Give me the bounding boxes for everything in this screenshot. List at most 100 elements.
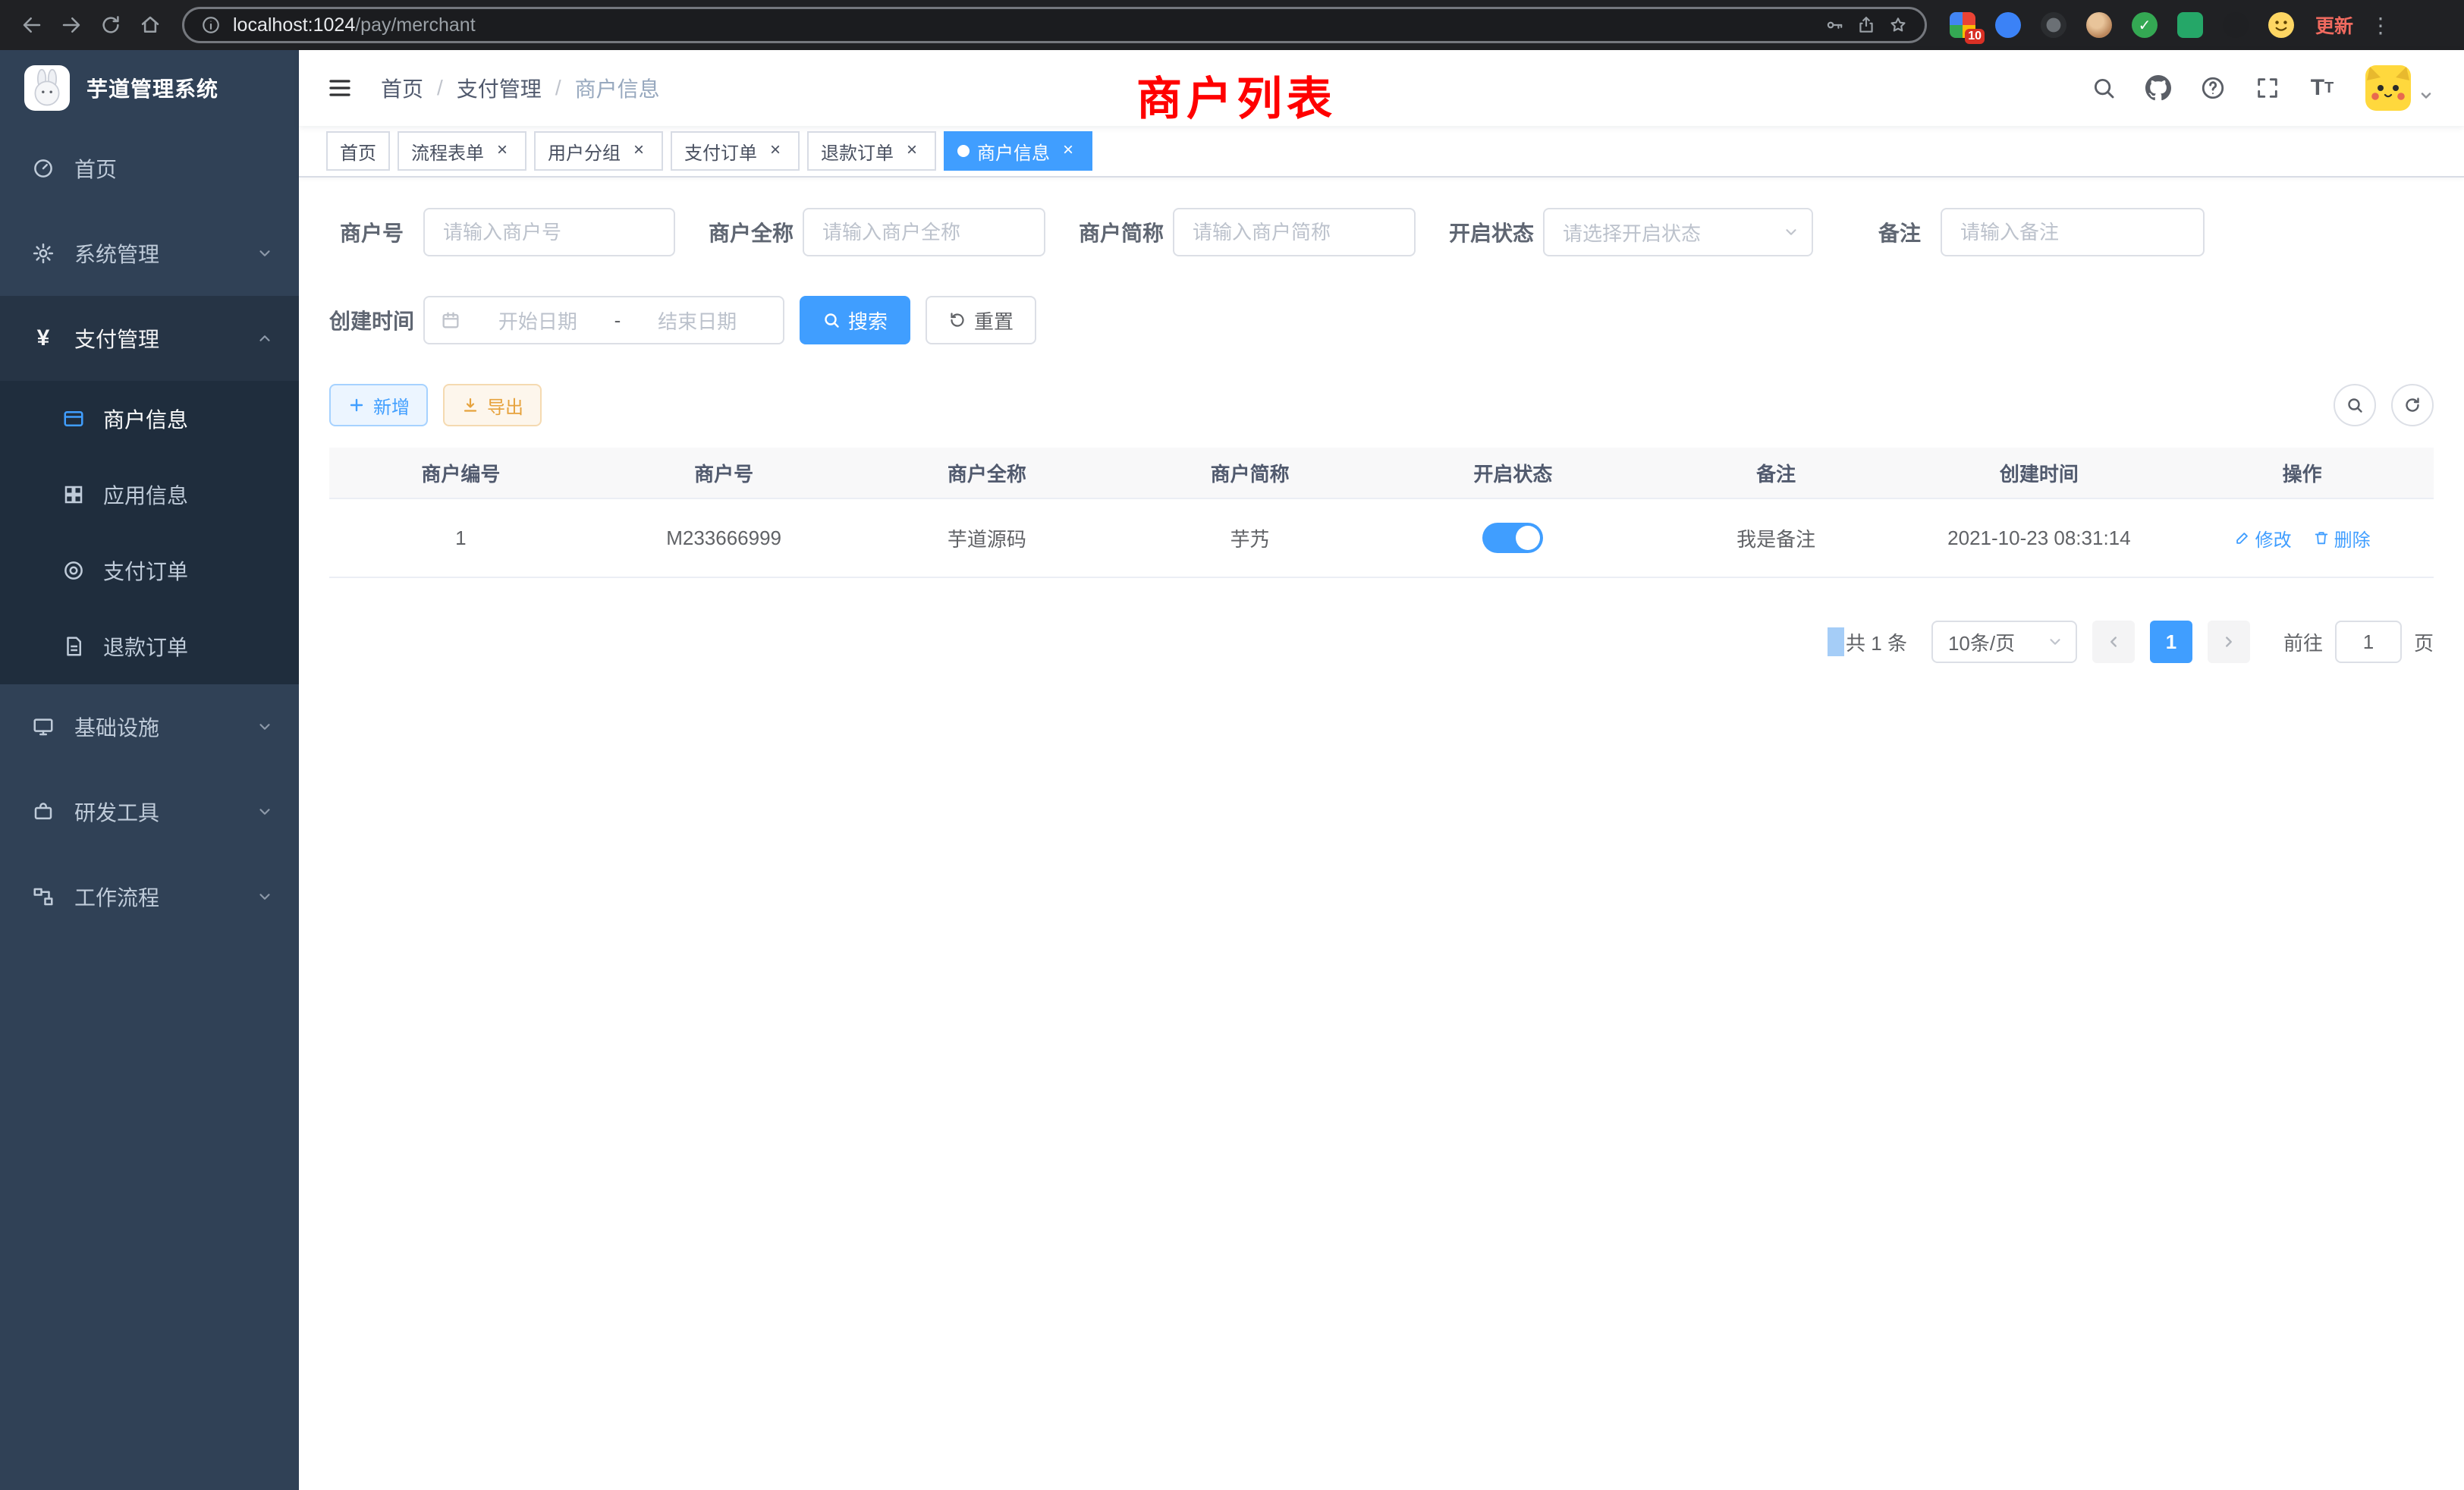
- reset-button[interactable]: 重置: [926, 296, 1036, 344]
- sidebar-subitem-label: 商户信息: [103, 404, 188, 434]
- merchant-table: 商户编号 商户号 商户全称 商户简称 开启状态 备注 创建时间 操作 1 M23…: [329, 448, 2434, 578]
- browser-home-button[interactable]: [130, 5, 170, 45]
- cell-short-name: 芋艿: [1118, 524, 1381, 552]
- avatar[interactable]: [2365, 65, 2411, 111]
- sidebar-toggle-button[interactable]: [322, 70, 358, 106]
- workflow-icon: [30, 885, 56, 908]
- extension-icon-avatar[interactable]: [2086, 12, 2112, 38]
- prev-page-button[interactable]: [2092, 621, 2135, 663]
- close-icon[interactable]: ×: [492, 140, 513, 162]
- merchant-no-input[interactable]: [423, 208, 675, 256]
- app-logo-row[interactable]: 芋道管理系统: [0, 50, 299, 126]
- sidebar-subitem-pay-order[interactable]: 支付订单: [0, 533, 299, 608]
- close-icon[interactable]: ×: [765, 140, 786, 162]
- date-end-placeholder: 结束日期: [627, 306, 768, 335]
- cell-remark: 我是备注: [1645, 524, 1908, 552]
- sidebar-item-system[interactable]: 系统管理: [0, 211, 299, 296]
- fullscreen-icon[interactable]: [2250, 71, 2285, 105]
- hamburger-icon: [326, 74, 354, 102]
- tab-refund-order[interactable]: 退款订单×: [807, 131, 936, 171]
- add-button[interactable]: 新增: [329, 384, 428, 426]
- site-info-icon[interactable]: [201, 15, 221, 35]
- extension-icon-dark[interactable]: [2223, 12, 2249, 38]
- breadcrumb-item-payment[interactable]: 支付管理: [457, 73, 542, 103]
- sidebar-item-home[interactable]: 首页: [0, 126, 299, 211]
- search-button[interactable]: 搜索: [800, 296, 910, 344]
- reload-icon: [99, 14, 122, 36]
- browser-back-button[interactable]: [12, 5, 52, 45]
- tags-bar: 首页 流程表单 × 用户分组× 支付订单× 退款订单× 商户信息×: [299, 126, 2464, 178]
- page-number-button[interactable]: 1: [2150, 621, 2192, 663]
- breadcrumb-item-home[interactable]: 首页: [381, 73, 423, 103]
- tab-user-group[interactable]: 用户分组×: [534, 131, 663, 171]
- address-bar[interactable]: localhost:1024/pay/merchant: [182, 7, 1927, 43]
- search-button-label: 搜索: [848, 306, 888, 335]
- sidebar-subitem-merchant-info[interactable]: 商户信息: [0, 381, 299, 457]
- filter-row-2: 创建时间 开始日期 - 结束日期 搜索 重置: [329, 296, 2434, 344]
- delete-button[interactable]: 删除: [2313, 525, 2371, 552]
- github-icon[interactable]: [2141, 71, 2176, 105]
- short-name-input[interactable]: [1173, 208, 1416, 256]
- gear-icon: [30, 242, 56, 265]
- next-page-button[interactable]: [2208, 621, 2250, 663]
- breadcrumb-separator: /: [437, 76, 443, 100]
- user-menu[interactable]: [2365, 65, 2434, 111]
- tab-merchant-info[interactable]: 商户信息×: [944, 131, 1092, 171]
- sidebar-item-payment[interactable]: ¥ 支付管理: [0, 296, 299, 381]
- extension-icon-smiley[interactable]: [2268, 12, 2294, 38]
- close-icon[interactable]: ×: [628, 140, 649, 162]
- refresh-table-button[interactable]: [2391, 384, 2434, 426]
- trash-icon: [2313, 530, 2330, 546]
- cell-full-name: 芋道源码: [856, 524, 1119, 552]
- tab-process-form[interactable]: 流程表单 ×: [398, 131, 526, 171]
- export-button[interactable]: 导出: [443, 384, 542, 426]
- remark-input[interactable]: [1941, 208, 2205, 256]
- status-toggle[interactable]: [1482, 523, 1543, 553]
- chevron-down-icon: [256, 718, 273, 735]
- tab-label: 流程表单: [411, 138, 484, 165]
- goto-page-input[interactable]: [2335, 621, 2402, 663]
- search-icon[interactable]: [2086, 71, 2121, 105]
- sidebar-item-label: 首页: [74, 153, 117, 184]
- close-icon[interactable]: ×: [1058, 140, 1079, 162]
- page-size-select[interactable]: 10条/页: [1931, 621, 2077, 663]
- browser-reload-button[interactable]: [91, 5, 130, 45]
- filter-label: 开启状态: [1449, 217, 1543, 247]
- sidebar-item-workflow[interactable]: 工作流程: [0, 854, 299, 939]
- dashboard-icon: [30, 157, 56, 180]
- date-range-picker[interactable]: 开始日期 - 结束日期: [423, 296, 784, 344]
- sidebar-item-infrastructure[interactable]: 基础设施: [0, 684, 299, 769]
- extension-icon-colorful[interactable]: 10: [1950, 12, 1975, 38]
- help-icon[interactable]: [2195, 71, 2230, 105]
- sidebar-subitem-app-info[interactable]: 应用信息: [0, 457, 299, 533]
- sidebar-item-label: 基础设施: [74, 712, 159, 742]
- extension-icon-green-check[interactable]: ✓: [2132, 12, 2158, 38]
- sidebar-item-dev-tools[interactable]: 研发工具: [0, 769, 299, 854]
- full-name-input[interactable]: [803, 208, 1045, 256]
- table-row: 1 M233666999 芋道源码 芋艿 我是备注 2021-10-23 08:…: [329, 499, 2434, 578]
- font-size-icon[interactable]: TT: [2305, 71, 2340, 105]
- browser-update-button[interactable]: 更新: [2315, 11, 2353, 39]
- sidebar-subitem-label: 应用信息: [103, 479, 188, 510]
- extension-icon-green-square[interactable]: [2177, 12, 2203, 38]
- browser-menu-icon[interactable]: ⋮: [2370, 13, 2391, 38]
- share-icon[interactable]: [1856, 15, 1876, 35]
- app-logo: [24, 65, 70, 111]
- close-icon[interactable]: ×: [901, 140, 922, 162]
- extension-icon-dark-ring[interactable]: [2041, 12, 2066, 38]
- navbar-tools: TT: [2086, 65, 2434, 111]
- bookmark-star-icon[interactable]: [1888, 15, 1908, 35]
- tab-home[interactable]: 首页: [326, 131, 390, 171]
- app-title: 芋道管理系统: [86, 73, 218, 103]
- export-button-label: 导出: [487, 392, 523, 419]
- search-icon: [2346, 396, 2364, 414]
- password-key-icon[interactable]: [1824, 15, 1844, 35]
- toggle-search-button[interactable]: [2334, 384, 2376, 426]
- edit-button[interactable]: 修改: [2234, 525, 2292, 552]
- pencil-icon: [2234, 530, 2251, 546]
- sidebar-subitem-refund-order[interactable]: 退款订单: [0, 608, 299, 684]
- browser-forward-button[interactable]: [52, 5, 91, 45]
- extension-icon-blue-drop[interactable]: [1995, 12, 2021, 38]
- status-select[interactable]: 请选择开启状态: [1543, 208, 1813, 256]
- tab-pay-order[interactable]: 支付订单×: [671, 131, 800, 171]
